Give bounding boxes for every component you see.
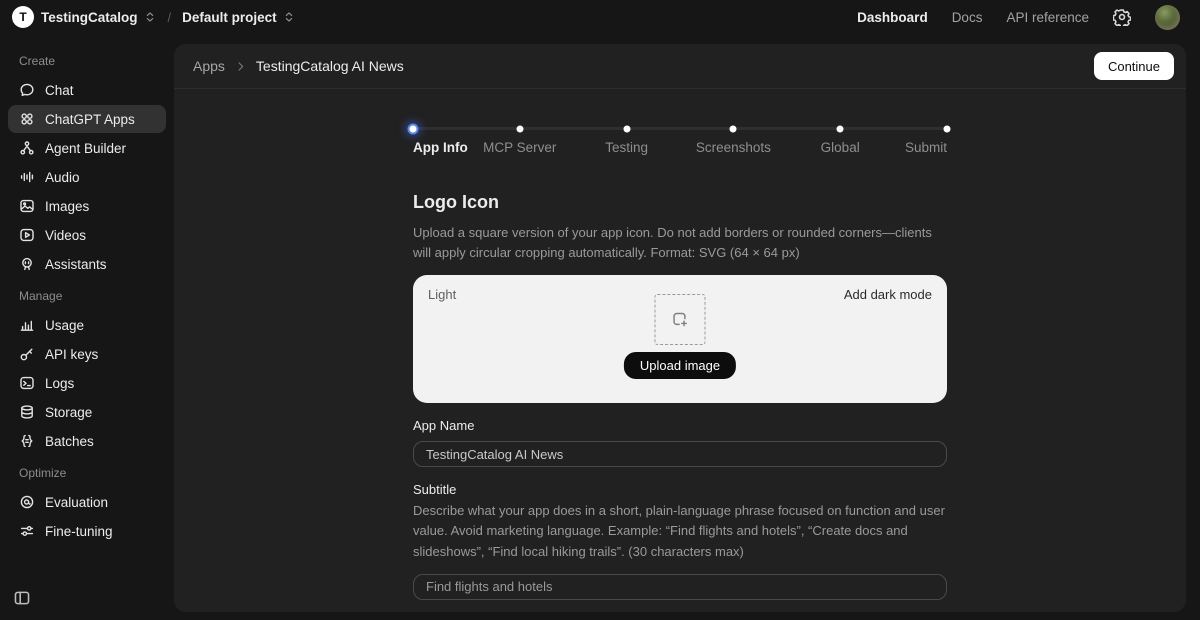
sidebar-item-label: Batches [45,433,94,449]
sidebar-item-label: Videos [45,227,87,243]
chat-icon [19,82,35,98]
sidebar-item-label: Logs [45,375,75,391]
sidebar-item-chat[interactable]: Chat [8,76,166,104]
project-selector-caret-icon[interactable] [282,10,296,24]
nav-docs[interactable]: Docs [952,10,983,25]
sidebar-item-api-keys[interactable]: API keys [8,340,166,368]
storage-icon [19,404,35,420]
stepper [409,125,951,132]
nav-api-reference[interactable]: API reference [1006,10,1089,25]
sidebar-item-label: Usage [45,317,85,333]
add-dark-mode-link[interactable]: Add dark mode [844,287,932,302]
step-label-screenshots[interactable]: Screenshots [696,140,771,155]
sidebar-collapse-icon[interactable] [13,589,31,607]
user-avatar[interactable] [1155,4,1180,30]
sidebar-section-optimize: Optimize [19,466,67,480]
continue-button[interactable]: Continue [1093,52,1174,80]
assistants-icon [19,256,35,272]
videos-icon [19,227,35,243]
step-label-submit[interactable]: Submit [905,140,947,155]
step-dot-global[interactable] [836,125,844,132]
sidebar-item-assistants[interactable]: Assistants [8,250,166,278]
sidebar-item-agent-builder[interactable]: Agent Builder [8,134,166,162]
top-nav: Dashboard Docs API reference [857,4,1180,30]
sidebar-item-usage[interactable]: Usage [8,311,166,339]
sidebar-section-manage: Manage [19,289,63,303]
step-dot-testing[interactable] [623,125,631,132]
sidebar-item-label: Images [45,198,90,214]
subtitle-label: Subtitle [413,482,457,498]
sidebar-item-videos[interactable]: Videos [8,221,166,249]
sidebar: Create Chat ChatGPT Apps Agent Builder A… [0,34,174,620]
sidebar-item-storage[interactable]: Storage [8,398,166,426]
sidebar-item-fine-tuning[interactable]: Fine-tuning [8,517,166,545]
sidebar-item-label: Audio [45,169,80,185]
evaluation-icon [19,494,35,510]
sidebar-item-label: Agent Builder [45,140,127,156]
sidebar-item-label: API keys [45,346,99,362]
top-bar: T TestingCatalog / Default project Dashb… [0,0,1200,34]
step-label-mcp-server[interactable]: MCP Server [483,140,556,155]
add-image-icon [672,311,689,328]
fine-tuning-icon [19,523,35,539]
breadcrumb: Apps TestingCatalog AI News [193,58,404,74]
usage-icon [19,317,35,333]
breadcrumb-apps[interactable]: Apps [193,58,225,74]
org-selector-caret-icon[interactable] [143,10,157,24]
sidebar-item-evaluation[interactable]: Evaluation [8,488,166,516]
sidebar-item-batches[interactable]: Batches [8,427,166,455]
stepper-labels: App Info MCP Server Testing Screenshots … [413,140,947,158]
sidebar-item-audio[interactable]: Audio [8,163,166,191]
logs-icon [19,375,35,391]
apps-icon [19,111,35,127]
main-panel: Apps TestingCatalog AI News Continue App… [174,44,1186,612]
nav-dashboard[interactable]: Dashboard [857,10,928,25]
gear-icon[interactable] [1113,8,1131,26]
sidebar-item-images[interactable]: Images [8,192,166,220]
sidebar-section-create: Create [19,54,56,68]
org-avatar[interactable]: T [12,6,34,28]
subtitle-description: Describe what your app does in a short, … [413,503,945,559]
step-label-app-info[interactable]: App Info [413,140,468,155]
key-icon [19,346,35,362]
agent-builder-icon [19,140,35,156]
chevron-right-icon [234,60,247,73]
logo-dropzone[interactable] [654,294,706,346]
sidebar-item-label: Evaluation [45,494,109,510]
app-name-input[interactable] [413,441,947,468]
breadcrumb-current-app: TestingCatalog AI News [255,58,404,74]
project-name[interactable]: Default project [182,10,277,25]
app-name-label: App Name [413,418,475,434]
org-name[interactable]: TestingCatalog [41,10,138,25]
sidebar-item-label: Storage [45,404,93,420]
step-dot-mcp-server[interactable] [516,125,524,132]
batches-icon [19,433,35,449]
step-dot-submit[interactable] [943,125,951,132]
breadcrumb-slash: / [167,9,172,25]
sidebar-item-label: Assistants [45,256,107,272]
step-dot-app-info[interactable] [409,125,417,132]
sidebar-item-logs[interactable]: Logs [8,369,166,397]
upload-image-button[interactable]: Upload image [623,352,737,380]
panel-body: App Info MCP Server Testing Screenshots … [174,89,1186,612]
sidebar-item-label: Chat [45,82,74,98]
step-label-global[interactable]: Global [821,140,860,155]
logo-upload-card: Light Add dark mode Upload image [413,275,947,404]
subtitle-input[interactable] [413,573,947,600]
sidebar-item-label: ChatGPT Apps [45,111,135,127]
step-label-testing[interactable]: Testing [605,140,648,155]
light-mode-label: Light [428,287,457,303]
images-icon [19,198,35,214]
logo-icon-description: Upload a square version of your app icon… [413,225,932,261]
logo-icon-title: Logo Icon [413,192,499,212]
sidebar-item-label: Fine-tuning [45,523,113,539]
step-dot-screenshots[interactable] [729,125,737,132]
sidebar-item-chatgpt-apps[interactable]: ChatGPT Apps [8,105,166,133]
panel-header: Apps TestingCatalog AI News Continue [174,44,1186,89]
workspace-switcher: T TestingCatalog / Default project [12,6,296,28]
audio-icon [19,169,35,185]
